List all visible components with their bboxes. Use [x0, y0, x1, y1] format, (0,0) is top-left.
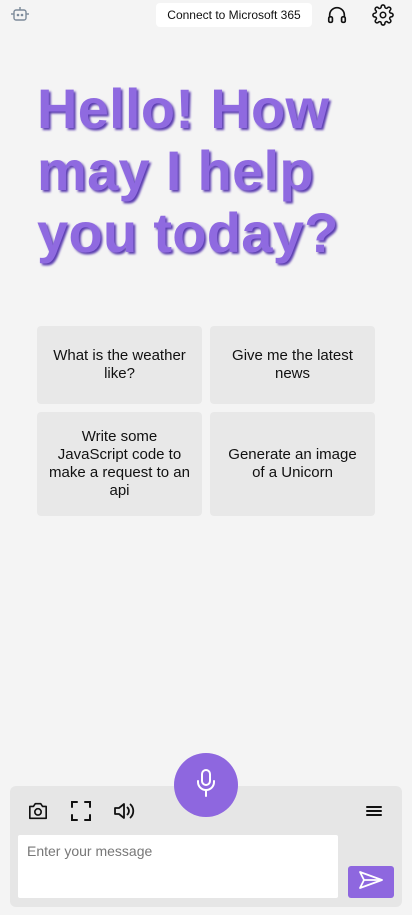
speaker-icon[interactable]	[112, 799, 136, 823]
connect-microsoft-365-button[interactable]: Connect to Microsoft 365	[156, 3, 312, 27]
suggestion-card-weather[interactable]: What is the weather like?	[37, 326, 202, 404]
gear-icon[interactable]	[372, 4, 394, 26]
send-icon	[358, 870, 384, 895]
microphone-button[interactable]	[174, 753, 238, 817]
fullscreen-icon[interactable]	[69, 799, 93, 823]
suggestion-card-news[interactable]: Give me the latest news	[210, 326, 375, 404]
menu-icon[interactable]	[362, 799, 386, 823]
suggestion-card-unicorn-image[interactable]: Generate an image of a Unicorn	[210, 412, 375, 516]
app-root: Connect to Microsoft 365 Hello! How may …	[0, 0, 412, 915]
suggestion-card-javascript[interactable]: Write some JavaScript code to make a req…	[37, 412, 202, 516]
send-button[interactable]	[348, 866, 394, 898]
camera-icon[interactable]	[26, 799, 50, 823]
greeting-heading: Hello! How may I help you today?	[37, 77, 339, 264]
message-input[interactable]	[18, 835, 338, 898]
headset-icon[interactable]	[326, 4, 348, 26]
bot-logo-icon	[10, 6, 30, 22]
microphone-icon	[194, 768, 218, 803]
